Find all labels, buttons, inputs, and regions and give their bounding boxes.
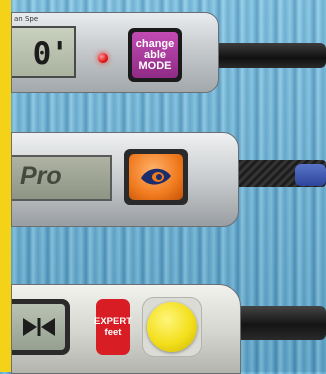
cable-bottom [232, 306, 326, 340]
gauge-device-mode: an Spe 0' change able MODE [11, 12, 219, 93]
brand-label: an Spe [14, 15, 39, 23]
mode-button[interactable]: change able MODE [128, 28, 182, 82]
mode-button-line1: change [135, 37, 175, 50]
left-yellow-strip [0, 0, 11, 372]
lcd-reading: 0' [32, 36, 69, 72]
lcd-face [12, 304, 65, 350]
mode-button-line3: MODE [138, 59, 172, 72]
expert-button[interactable]: EXPERT feet [94, 299, 133, 355]
gauge-device-expert: EXPERT feet [11, 284, 241, 374]
cable-middle-blue [295, 164, 326, 186]
eye-button[interactable] [124, 149, 188, 205]
mode-button-line2: able [143, 48, 166, 61]
status-led-icon [98, 53, 108, 63]
gauge-device-pro: Pro [11, 132, 239, 227]
lcd-display [12, 299, 70, 355]
expert-button-line1: EXPERT [94, 316, 133, 327]
yellow-button-face[interactable] [147, 302, 197, 352]
expert-button-line2: feet [104, 327, 122, 338]
eye-icon [141, 168, 171, 185]
yellow-button[interactable] [142, 297, 202, 357]
lcd-display: 0' [12, 26, 76, 78]
eye-button-face[interactable] [129, 154, 183, 200]
bowtie-arrows-icon [22, 318, 55, 336]
cable-top [214, 43, 326, 68]
lcd-reading: Pro [20, 162, 62, 190]
mode-button-face[interactable]: change able MODE [132, 32, 178, 78]
lcd-display: Pro [12, 155, 112, 201]
